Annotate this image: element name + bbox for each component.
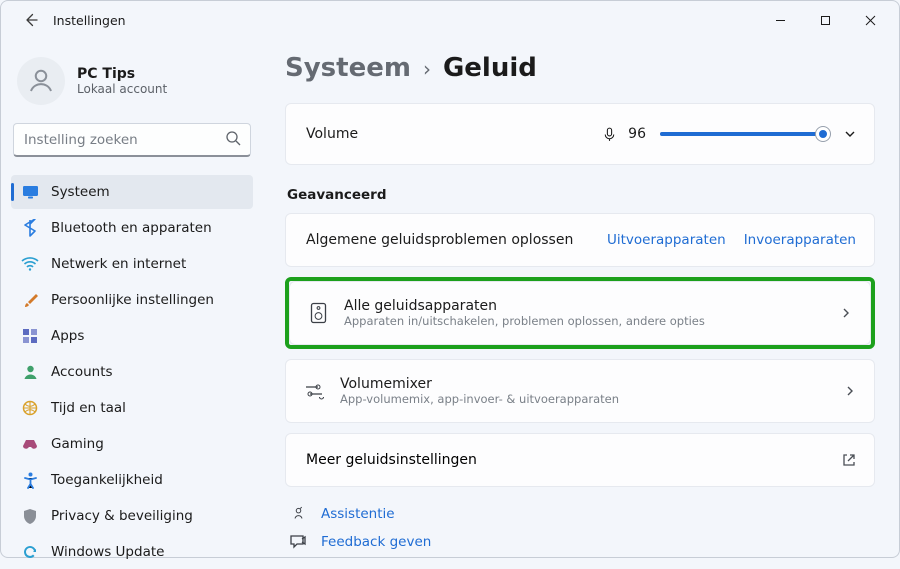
feedback-label: Feedback geven xyxy=(321,534,431,550)
close-button[interactable] xyxy=(848,4,893,36)
person-icon xyxy=(26,66,56,96)
volume-label: Volume xyxy=(306,126,358,142)
accessibility-icon xyxy=(21,472,39,489)
sidebar-item-toegankelijkheid[interactable]: Toegankelijkheid xyxy=(11,463,253,497)
breadcrumb-parent[interactable]: Systeem xyxy=(285,53,411,83)
mic-icon[interactable] xyxy=(601,126,618,143)
mixer-icon xyxy=(304,382,324,400)
sidebar-item-label: Persoonlijke instellingen xyxy=(51,292,214,308)
sidebar-item-label: Apps xyxy=(51,328,84,344)
speaker-icon xyxy=(308,302,328,324)
close-icon xyxy=(865,15,876,26)
sidebar-item-systeem[interactable]: Systeem xyxy=(11,175,253,209)
feedback-link[interactable]: Feedback geven xyxy=(289,534,875,550)
help-icon xyxy=(289,505,307,522)
account-subtitle: Lokaal account xyxy=(77,82,167,96)
mixer-subtitle: App-volumemix, app-invoer- & uitvoerappa… xyxy=(340,392,619,406)
sidebar-item-accounts[interactable]: Accounts xyxy=(11,355,253,389)
maximize-icon xyxy=(820,15,831,26)
sidebar-item-label: Systeem xyxy=(51,184,110,200)
sidebar-item-gaming[interactable]: Gaming xyxy=(11,427,253,461)
sidebar-item-apps[interactable]: Apps xyxy=(11,319,253,353)
breadcrumb: Systeem › Geluid xyxy=(285,53,875,83)
chevron-right-icon xyxy=(844,385,856,397)
search-input[interactable] xyxy=(13,123,251,157)
avatar xyxy=(17,57,65,105)
chevron-down-icon[interactable] xyxy=(844,128,856,140)
back-button[interactable] xyxy=(15,3,49,37)
account-block[interactable]: PC Tips Lokaal account xyxy=(11,47,253,121)
sidebar-item-persoonlijke-instellingen[interactable]: Persoonlijke instellingen xyxy=(11,283,253,317)
sidebar-item-label: Bluetooth en apparaten xyxy=(51,220,212,236)
volume-value: 96 xyxy=(628,126,646,142)
mixer-title: Volumemixer xyxy=(340,376,619,392)
sidebar-item-label: Tijd en taal xyxy=(51,400,126,416)
sidebar-item-label: Accounts xyxy=(51,364,113,380)
assistance-link[interactable]: Assistentie xyxy=(289,505,875,522)
sidebar-item-netwerk-en-internet[interactable]: Netwerk en internet xyxy=(11,247,253,281)
search-box[interactable] xyxy=(13,123,251,157)
sidebar-item-label: Toegankelijkheid xyxy=(51,472,163,488)
section-advanced-header: Geavanceerd xyxy=(287,187,875,203)
bluetooth-icon xyxy=(21,219,39,237)
sidebar-item-windows-update[interactable]: Windows Update xyxy=(11,535,253,569)
assistance-label: Assistentie xyxy=(321,506,395,522)
sidebar-item-bluetooth-en-apparaten[interactable]: Bluetooth en apparaten xyxy=(11,211,253,245)
volume-slider[interactable] xyxy=(660,132,830,136)
input-devices-link[interactable]: Invoerapparaten xyxy=(744,232,856,248)
sidebar-item-tijd-en-taal[interactable]: Tijd en taal xyxy=(11,391,253,425)
minimize-icon xyxy=(775,15,786,26)
output-devices-link[interactable]: Uitvoerapparaten xyxy=(607,232,726,248)
maximize-button[interactable] xyxy=(803,4,848,36)
sidebar-item-label: Privacy & beveiliging xyxy=(51,508,193,524)
globe-icon xyxy=(21,400,39,416)
search-icon xyxy=(225,130,242,147)
more-sound-settings-row[interactable]: Meer geluidsinstellingen xyxy=(285,433,875,487)
all-devices-title: Alle geluidsapparaten xyxy=(344,298,705,314)
troubleshoot-title: Algemene geluidsproblemen oplossen xyxy=(306,232,573,248)
minimize-button[interactable] xyxy=(758,4,803,36)
breadcrumb-current: Geluid xyxy=(443,53,537,83)
highlight-all-devices: Alle geluidsapparaten Apparaten in/uitsc… xyxy=(285,277,875,349)
volume-card: Volume 96 xyxy=(285,103,875,165)
sidebar-item-label: Gaming xyxy=(51,436,104,452)
more-label: Meer geluidsinstellingen xyxy=(306,452,477,468)
display-icon xyxy=(21,185,39,199)
account-name: PC Tips xyxy=(77,66,167,82)
all-sound-devices-row[interactable]: Alle geluidsapparaten Apparaten in/uitsc… xyxy=(289,281,871,345)
all-devices-subtitle: Apparaten in/uitschakelen, problemen opl… xyxy=(344,314,705,328)
chevron-right-icon xyxy=(840,307,852,319)
sidebar-nav: Systeem Bluetooth en apparaten Netwerk en … xyxy=(11,175,253,569)
window-title: Instellingen xyxy=(53,13,126,28)
feedback-icon xyxy=(289,534,307,550)
chevron-right-icon: › xyxy=(423,57,431,81)
shield-icon xyxy=(21,508,39,525)
arrow-left-icon xyxy=(24,12,40,28)
sidebar-item-label: Netwerk en internet xyxy=(51,256,186,272)
troubleshoot-card: Algemene geluidsproblemen oplossen Uitvo… xyxy=(285,213,875,267)
wifi-icon xyxy=(21,257,39,271)
sidebar-item-privacy-beveiliging[interactable]: Privacy & beveiliging xyxy=(11,499,253,533)
gamepad-icon xyxy=(21,438,39,451)
volume-mixer-row[interactable]: Volumemixer App-volumemix, app-invoer- &… xyxy=(285,359,875,423)
apps-icon xyxy=(21,328,39,344)
open-external-icon xyxy=(842,453,856,467)
brush-icon xyxy=(21,292,39,309)
person-icon xyxy=(21,364,39,380)
